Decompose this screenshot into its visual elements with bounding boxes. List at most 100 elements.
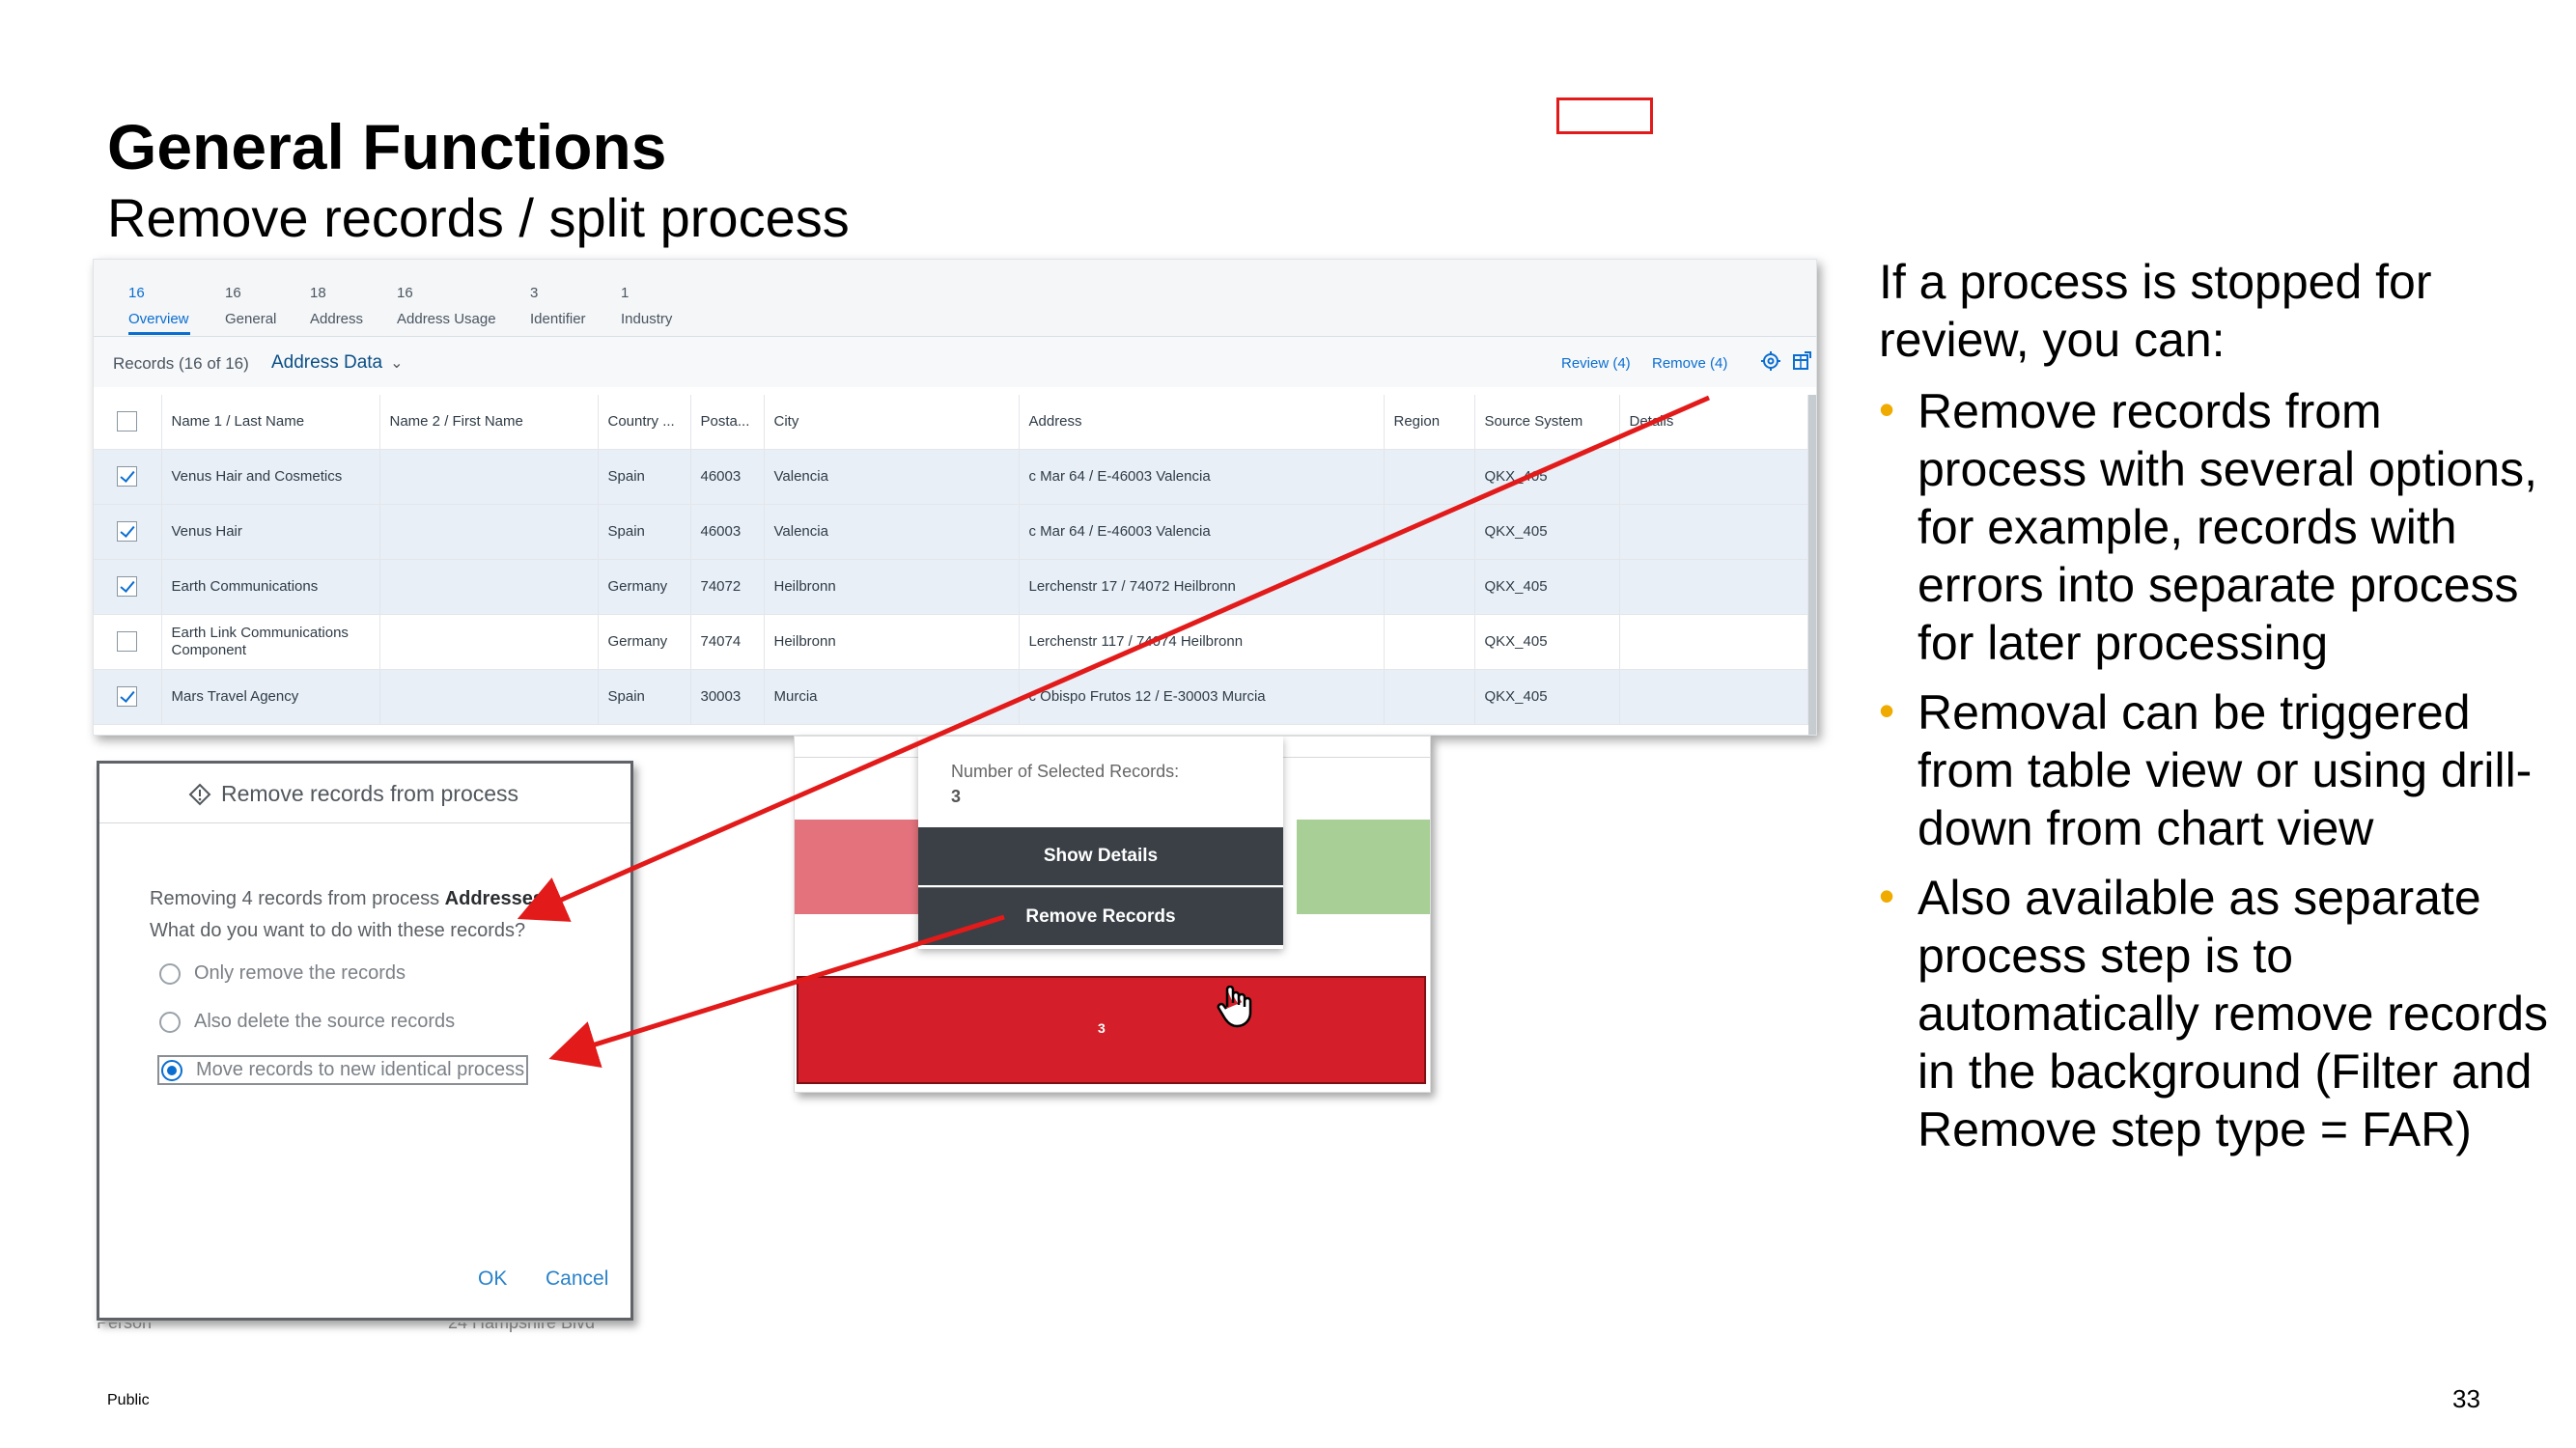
option-label: Move records to new identical process	[196, 1059, 525, 1080]
cell-details	[1619, 614, 1808, 670]
selected-records-value: 3	[951, 787, 962, 806]
show-details-button[interactable]: Show Details	[918, 827, 1283, 885]
bullet-item: Removal can be triggered from table view…	[1879, 682, 2555, 857]
cell-postal: 46003	[690, 449, 765, 505]
column-header[interactable]: Name 1 / Last Name	[161, 395, 380, 450]
table-row[interactable]: Venus Hair and Cosmetics Spain 46003 Val…	[94, 449, 1808, 505]
chevron-down-icon: ⌄	[390, 355, 404, 372]
remove-button-highlight	[1556, 97, 1653, 134]
chart-bar-red[interactable]	[797, 976, 1426, 1084]
option-only-remove[interactable]: Only remove the records	[159, 962, 406, 985]
review-button[interactable]: Review (4)	[1561, 355, 1631, 372]
cell-region	[1384, 669, 1475, 725]
cancel-button[interactable]: Cancel	[546, 1267, 608, 1291]
export-icon[interactable]	[1791, 350, 1812, 372]
bullet-item: Also available as separate process step …	[1879, 867, 2555, 1158]
column-header[interactable]: Name 2 / First Name	[379, 395, 599, 450]
option-label: Also delete the source records	[194, 1011, 456, 1032]
cell-postal: 46003	[690, 504, 765, 560]
row-checkbox[interactable]	[117, 576, 138, 597]
tab-bar: 16 Overview 16 General 18 Address 16 Address…	[94, 260, 1816, 337]
dialog-message: Removing 4 records from process Addresse…	[150, 883, 549, 947]
cell-details	[1619, 559, 1808, 615]
background-text-right: 24 Hampshire Blvd	[448, 1323, 596, 1332]
tab-industry[interactable]: 1 Industry	[621, 285, 672, 327]
column-header[interactable]: Country ...	[598, 395, 691, 450]
option-move-records[interactable]: Move records to new identical process	[157, 1055, 529, 1085]
column-header[interactable]: City	[764, 395, 1020, 450]
dialog-message-suffix: .	[543, 888, 549, 909]
column-header[interactable]: Address	[1019, 395, 1385, 450]
row-checkbox[interactable]	[117, 631, 138, 652]
dialog-title: Remove records from process	[221, 781, 519, 806]
cell-region	[1384, 614, 1475, 670]
chart-bar-pink[interactable]	[795, 820, 930, 914]
column-header[interactable]: Region	[1384, 395, 1475, 450]
cell-city: Valencia	[764, 449, 1020, 505]
radio-button[interactable]	[159, 1011, 181, 1033]
row-select-cell	[94, 669, 162, 725]
table-row[interactable]: Venus Hair Spain 46003 Valencia c Mar 64…	[94, 504, 1808, 560]
cell-source: QKX_405	[1474, 449, 1620, 505]
row-checkbox[interactable]	[117, 521, 138, 542]
explanation-text: If a process is stopped for review, you …	[1879, 253, 2555, 1170]
cell-name2	[379, 669, 599, 725]
table-row[interactable]: Mars Travel Agency Spain 30003 Murcia c …	[94, 669, 1808, 725]
tab-identifier[interactable]: 3 Identifier	[530, 285, 586, 327]
row-checkbox[interactable]	[117, 466, 138, 487]
intro-text: If a process is stopped for review, you …	[1879, 255, 2432, 367]
chart-screenshot: 3 Number of Selected Records: 3 Show Det…	[794, 736, 1431, 1093]
cell-name1: Earth Link Communications Component	[161, 614, 380, 670]
chart-bar-value: 3	[1098, 1020, 1106, 1036]
cell-source: QKX_405	[1474, 504, 1620, 560]
gear-icon[interactable]	[1760, 350, 1781, 372]
cell-name1: Venus Hair and Cosmetics	[161, 449, 380, 505]
dialog-process-name: Addresses	[444, 888, 544, 909]
active-tab-indicator	[128, 332, 190, 335]
slide-subtitle: Remove records / split process	[107, 187, 850, 248]
tab-address[interactable]: 18 Address	[310, 285, 363, 327]
table-row[interactable]: Earth Link Communications Component Germ…	[94, 614, 1808, 670]
row-checkbox[interactable]	[117, 686, 138, 707]
column-header[interactable]: Posta...	[690, 395, 765, 450]
cell-country: Germany	[598, 614, 691, 670]
cell-name1: Venus Hair	[161, 504, 380, 560]
cell-postal: 74072	[690, 559, 765, 615]
radio-button[interactable]	[159, 962, 181, 985]
tab-overview[interactable]: 16 Overview	[128, 285, 189, 327]
view-select[interactable]: Address Data ⌄	[271, 352, 404, 374]
cell-country: Spain	[598, 504, 691, 560]
cell-region	[1384, 504, 1475, 560]
select-all-cell	[94, 395, 162, 450]
column-header[interactable]: Source System	[1474, 395, 1620, 450]
dialog-header: Remove records from process	[99, 764, 630, 823]
cell-name2	[379, 559, 599, 615]
tab-general[interactable]: 16 General	[225, 285, 276, 327]
radio-button-selected[interactable]	[161, 1059, 182, 1081]
remove-button[interactable]: Remove (4)	[1652, 355, 1727, 372]
option-delete-source[interactable]: Also delete the source records	[159, 1011, 455, 1033]
cell-country: Germany	[598, 559, 691, 615]
cell-details	[1619, 669, 1808, 725]
remove-records-button[interactable]: Remove Records	[918, 887, 1283, 945]
footer-classification: Public	[107, 1392, 150, 1408]
cell-address: Lerchenstr 117 / 74074 Heilbronn	[1019, 614, 1385, 670]
chart-bar-green[interactable]	[1297, 820, 1430, 914]
table-scrollbar[interactable]	[1808, 395, 1816, 735]
cell-city: Valencia	[764, 504, 1020, 560]
row-select-cell	[94, 504, 162, 560]
tab-address-usage[interactable]: 16 Address Usage	[397, 285, 496, 327]
cell-address: c Obispo Frutos 12 / E-30003 Murcia	[1019, 669, 1385, 725]
selected-records-label: Number of Selected Records:	[951, 762, 1180, 781]
cell-name2	[379, 614, 599, 670]
cell-address: c Mar 64 / E-46003 Valencia	[1019, 449, 1385, 505]
select-all-checkbox[interactable]	[117, 411, 138, 432]
cell-details	[1619, 504, 1808, 560]
column-header[interactable]: Details	[1619, 395, 1808, 450]
table-row[interactable]: Earth Communications Germany 74072 Heilb…	[94, 559, 1808, 615]
remove-records-dialog: Remove records from process Removing 4 r…	[97, 761, 633, 1321]
bullet-item: Remove records from process with several…	[1879, 380, 2555, 672]
cell-source: QKX_405	[1474, 669, 1620, 725]
ok-button[interactable]: OK	[478, 1267, 507, 1291]
background-text-left: Person	[97, 1323, 153, 1332]
